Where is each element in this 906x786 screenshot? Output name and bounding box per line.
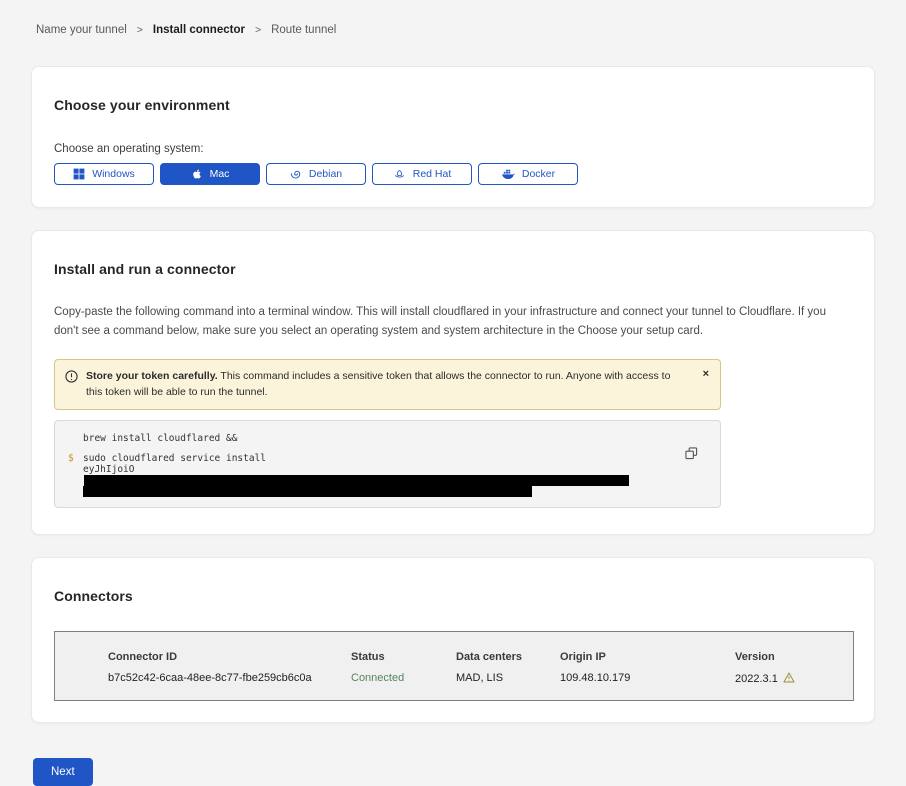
os-button-label: Mac bbox=[210, 168, 230, 180]
apple-icon bbox=[191, 168, 203, 180]
breadcrumb-step-route-tunnel[interactable]: Route tunnel bbox=[271, 24, 336, 36]
redacted-token-bar bbox=[84, 475, 629, 486]
cell-status: Connected bbox=[351, 672, 456, 686]
os-button-mac[interactable]: Mac bbox=[160, 163, 260, 185]
connectors-table: Connector ID Status Data centers Origin … bbox=[54, 631, 854, 701]
connectors-card: Connectors Connector ID Status Data cent… bbox=[31, 557, 875, 723]
close-icon[interactable]: × bbox=[703, 369, 709, 380]
os-button-label: Red Hat bbox=[413, 168, 452, 180]
copy-icon[interactable] bbox=[685, 447, 698, 463]
breadcrumb-separator: > bbox=[255, 24, 261, 36]
page: Name your tunnel > Install connector > R… bbox=[0, 0, 906, 786]
install-card-title: Install and run a connector bbox=[54, 261, 852, 277]
header-version: Version bbox=[735, 651, 845, 663]
code-line-sudo: sudo cloudflared service install bbox=[83, 453, 660, 464]
install-connector-card: Install and run a connector Copy-paste t… bbox=[31, 230, 875, 535]
debian-icon bbox=[290, 168, 302, 180]
os-select-label: Choose an operating system: bbox=[54, 143, 852, 155]
code-line-brew: brew install cloudflared && bbox=[83, 433, 660, 444]
header-connector-id: Connector ID bbox=[108, 651, 351, 663]
install-command-code-block: brew install cloudflared && $ sudo cloud… bbox=[54, 420, 721, 508]
os-button-docker[interactable]: Docker bbox=[478, 163, 578, 185]
os-button-label: Debian bbox=[309, 168, 342, 180]
breadcrumb: Name your tunnel > Install connector > R… bbox=[36, 24, 875, 36]
os-button-label: Docker bbox=[522, 168, 555, 180]
connectors-table-row: b7c52c42-6caa-48ee-8c77-fbe259cb6c0a Con… bbox=[108, 672, 853, 686]
breadcrumb-separator: > bbox=[137, 24, 143, 36]
breadcrumb-step-name-tunnel[interactable]: Name your tunnel bbox=[36, 24, 127, 36]
code-line-token: eyJhIjoiO bbox=[83, 464, 660, 486]
next-button[interactable]: Next bbox=[33, 758, 93, 786]
connectors-table-header-row: Connector ID Status Data centers Origin … bbox=[108, 651, 853, 663]
info-circle-icon bbox=[65, 370, 78, 389]
os-button-windows[interactable]: Windows bbox=[54, 163, 154, 185]
cell-origin-ip: 109.48.10.179 bbox=[560, 672, 735, 686]
redacted-token-bar-2 bbox=[83, 486, 532, 497]
header-origin-ip: Origin IP bbox=[560, 651, 735, 663]
install-description: Copy-paste the following command into a … bbox=[54, 303, 849, 342]
connectors-card-title: Connectors bbox=[54, 588, 852, 604]
os-button-redhat[interactable]: Red Hat bbox=[372, 163, 472, 185]
environment-card: Choose your environment Choose an operat… bbox=[31, 66, 875, 208]
header-data-centers: Data centers bbox=[456, 651, 560, 663]
os-button-debian[interactable]: Debian bbox=[266, 163, 366, 185]
windows-icon bbox=[73, 168, 85, 180]
cell-data-centers: MAD, LIS bbox=[456, 672, 560, 686]
environment-card-title: Choose your environment bbox=[54, 97, 852, 113]
os-button-label: Windows bbox=[92, 168, 135, 180]
breadcrumb-step-install-connector[interactable]: Install connector bbox=[153, 24, 245, 36]
header-status: Status bbox=[351, 651, 456, 663]
cell-connector-id: b7c52c42-6caa-48ee-8c77-fbe259cb6c0a bbox=[108, 672, 351, 686]
os-button-group: Windows Mac Debian Red Hat bbox=[54, 163, 852, 185]
cell-version: 2022.3.1 bbox=[735, 672, 845, 686]
docker-icon bbox=[501, 168, 515, 180]
redhat-icon bbox=[393, 168, 406, 180]
shell-prompt: $ bbox=[68, 453, 74, 464]
warning-title: Store your token carefully. bbox=[86, 370, 218, 382]
warning-triangle-icon bbox=[783, 672, 795, 686]
token-warning-banner: Store your token carefully. This command… bbox=[54, 359, 721, 411]
